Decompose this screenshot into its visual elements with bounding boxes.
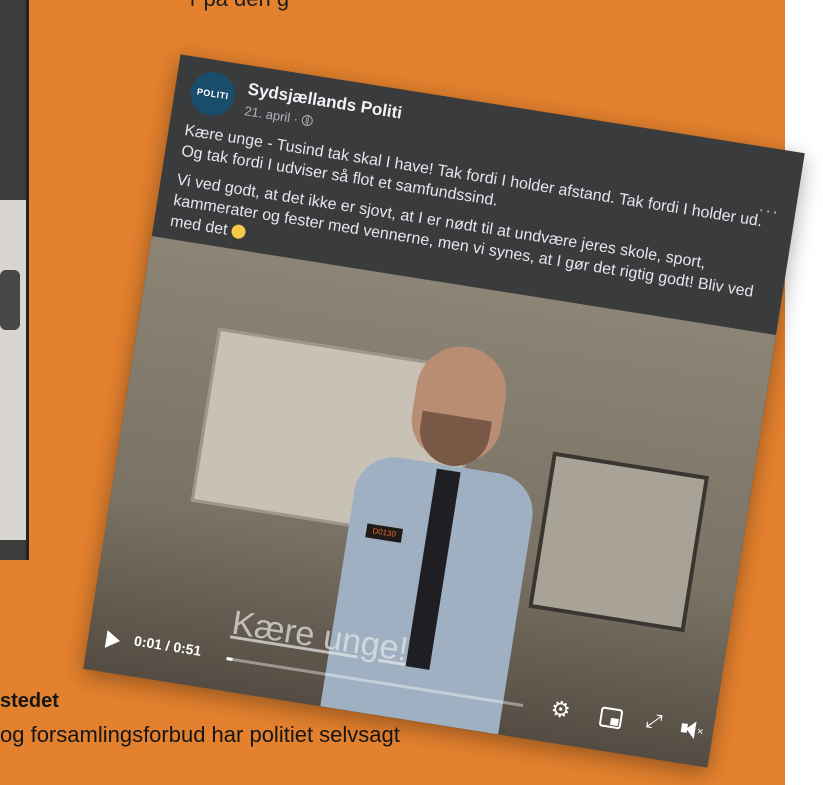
post-date[interactable]: 21. april · (243, 103, 299, 126)
avatar[interactable]: POLITI (187, 68, 238, 120)
mute-cone (684, 719, 697, 740)
facebook-post: POLITI Sydsjællands Politi 21. april · ·… (83, 54, 805, 768)
expand-icon[interactable]: ⤢ (644, 710, 663, 735)
smiley-icon (230, 223, 247, 240)
article-body: og forsamlingsforbud har politiet selvsa… (0, 722, 400, 747)
globe-icon (301, 114, 314, 127)
background-margin (785, 0, 823, 785)
time-display: 0:01 / 0:51 (133, 632, 203, 659)
left-photo-figure (0, 270, 20, 330)
background-top-text: r på den g (190, 0, 289, 12)
gear-icon[interactable]: ⚙ (549, 696, 574, 724)
left-photo (0, 0, 29, 560)
left-photo-inner (0, 200, 26, 540)
video-calendar (528, 451, 710, 633)
play-icon[interactable] (104, 630, 122, 651)
progress-fill (226, 657, 233, 661)
article-heading: stedet (0, 690, 59, 712)
mute-x: × (696, 725, 705, 739)
avatar-text: POLITI (196, 86, 230, 102)
mute-icon[interactable]: × (680, 719, 704, 740)
pip-icon[interactable] (598, 706, 624, 730)
